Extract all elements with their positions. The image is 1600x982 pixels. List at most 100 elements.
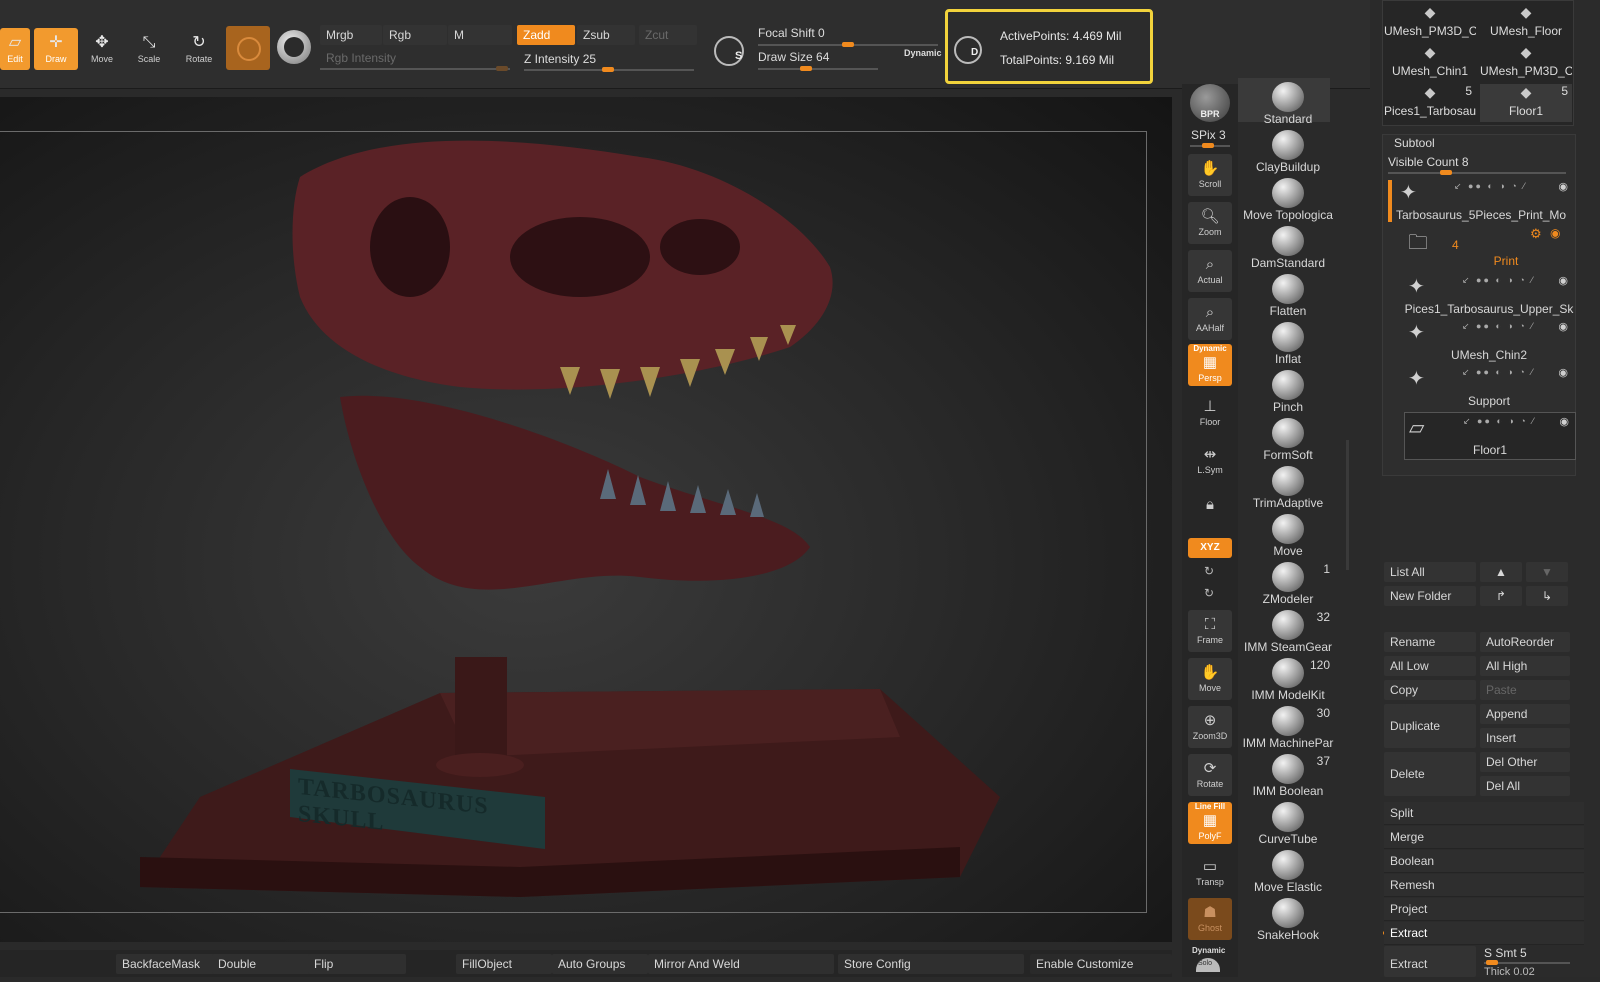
material-button[interactable]: [226, 26, 270, 70]
dynamic-d-icon[interactable]: D: [954, 36, 982, 64]
arrow-up-icon[interactable]: ▲: [1480, 562, 1522, 582]
s-smt-knob[interactable]: [1486, 960, 1498, 965]
subtool-folder[interactable]: 🗀︎ 4 Print: [1404, 226, 1574, 272]
paste-button[interactable]: Paste: [1480, 680, 1570, 700]
brush-item[interactable]: IMM ModelKit 120: [1238, 656, 1338, 702]
brush-item[interactable]: FormSoft: [1238, 416, 1338, 462]
frame-button[interactable]: ⛶ Frame: [1188, 610, 1232, 652]
tool-thumb[interactable]: ◆ Floor1 5: [1480, 84, 1572, 122]
zcut-button[interactable]: Zcut: [639, 25, 697, 45]
append-button[interactable]: Append: [1480, 704, 1570, 724]
zoom-button[interactable]: 🔍︎ Zoom: [1188, 202, 1232, 244]
z-intensity-knob[interactable]: [602, 67, 614, 72]
thick-slider[interactable]: Thick 0.02: [1484, 966, 1535, 977]
brush-item[interactable]: IMM MachinePar 30: [1238, 704, 1338, 750]
autoreorder-button[interactable]: AutoReorder: [1480, 632, 1570, 652]
eye-icon[interactable]: ◉: [1558, 180, 1568, 193]
brush-scrollbar[interactable]: [1346, 440, 1349, 570]
polyf-button[interactable]: Line Fill ▦ PolyF: [1188, 802, 1232, 844]
boolean-menu[interactable]: Boolean: [1384, 850, 1584, 873]
spix-knob[interactable]: [1202, 143, 1214, 148]
subtool-item[interactable]: ✦ ↙ ●● ◐ ◑ ◔ ⁄ ◉ Support: [1404, 364, 1574, 410]
eye-icon[interactable]: ◉: [1558, 366, 1568, 379]
focal-shift-knob[interactable]: [842, 42, 854, 47]
subtool-toggles[interactable]: ↙ ●● ◐ ◑ ◔ ⁄: [1463, 416, 1536, 427]
extract-button[interactable]: Extract: [1384, 946, 1476, 977]
move-view-button[interactable]: ✋ Move: [1188, 658, 1232, 700]
brush-item[interactable]: CurveTube: [1238, 800, 1338, 846]
draw-size-field[interactable]: Draw Size 64: [758, 50, 829, 64]
persp-button[interactable]: Dynamic ▦ Persp: [1188, 344, 1232, 386]
bpr-button[interactable]: BPR: [1190, 84, 1230, 122]
brush-item[interactable]: ZModeler 1: [1238, 560, 1338, 606]
del-other-button[interactable]: Del Other: [1480, 752, 1570, 772]
mirror-and-weld-button[interactable]: Mirror And Weld: [648, 954, 834, 974]
brush-item[interactable]: IMM SteamGear 32: [1238, 608, 1338, 654]
delete-button[interactable]: Delete: [1384, 752, 1476, 796]
brush-item[interactable]: IMM Boolean 37: [1238, 752, 1338, 798]
edit-button[interactable]: ▱ Edit: [0, 28, 30, 70]
insert-button[interactable]: Insert: [1480, 728, 1570, 748]
rotate-z-icon[interactable]: ↻: [1204, 586, 1214, 600]
zadd-button[interactable]: Zadd: [517, 25, 575, 45]
all-high-button[interactable]: All High: [1480, 656, 1570, 676]
focal-shift-field[interactable]: Focal Shift 0: [758, 26, 825, 40]
brush-item[interactable]: Move: [1238, 512, 1338, 558]
actual-button[interactable]: ⌕ Actual: [1188, 250, 1232, 292]
scale-button[interactable]: ⤡ Scale: [127, 28, 171, 70]
subtool-item[interactable]: ✦ ↙ ●● ◐ ◑ ◔ ⁄ ◉ Pices1_Tarbosaurus_Upper_S…: [1404, 272, 1574, 318]
xyz-button[interactable]: XYZ: [1188, 538, 1232, 558]
subtool-toggles[interactable]: ↙ ●● ◐ ◑ ◔ ⁄: [1462, 367, 1535, 378]
rotate-view-button[interactable]: ⟳ Rotate: [1188, 754, 1232, 796]
brush-item[interactable]: Inflat: [1238, 320, 1338, 366]
lock-button[interactable]: 🔒︎: [1188, 490, 1232, 532]
spix-track[interactable]: [1190, 143, 1230, 148]
tool-thumb[interactable]: ◆ UMesh_PM3D_C: [1384, 4, 1476, 42]
merge-menu[interactable]: Merge: [1384, 826, 1584, 849]
eye-icon[interactable]: ◉: [1559, 415, 1569, 428]
copy-button[interactable]: Copy: [1384, 680, 1476, 700]
remesh-menu[interactable]: Remesh: [1384, 874, 1584, 897]
lsym-button[interactable]: ⇹ L.Sym: [1188, 440, 1232, 482]
rgb-intensity-slider[interactable]: [320, 66, 510, 71]
s-smt-track[interactable]: [1484, 960, 1570, 965]
tool-thumb[interactable]: ◆ UMesh_PM3D_C: [1480, 44, 1572, 82]
extract-menu[interactable]: Extract: [1384, 922, 1584, 945]
spix-slider[interactable]: SPix 3: [1191, 128, 1226, 142]
tool-thumb[interactable]: ◆ Pices1_Tarbosau 5: [1384, 84, 1476, 122]
folder-eye-icon[interactable]: ◉: [1550, 226, 1560, 240]
brush-item[interactable]: Move Topologica: [1238, 176, 1338, 222]
visible-count-slider[interactable]: Visible Count 8: [1388, 155, 1469, 169]
eye-icon[interactable]: ◉: [1558, 320, 1568, 333]
draw-button[interactable]: ✛ Draw: [34, 28, 78, 70]
draw-size-slider[interactable]: [758, 66, 878, 71]
ghost-button[interactable]: ☗ Ghost: [1188, 898, 1232, 940]
rotate-y-icon[interactable]: ↻: [1204, 564, 1214, 578]
auto-groups-button[interactable]: Auto Groups: [552, 954, 648, 974]
subtool-toggles[interactable]: ↙ ●● ◐ ◑ ◔ ⁄: [1462, 321, 1535, 332]
move-up-icon[interactable]: ↱: [1480, 586, 1522, 606]
zsub-button[interactable]: Zsub: [577, 25, 635, 45]
rotate-button[interactable]: ↻ Rotate: [177, 28, 221, 70]
brush-item[interactable]: SnakeHook: [1238, 896, 1338, 942]
z-intensity-field[interactable]: Z Intensity 25: [524, 52, 596, 66]
dynamic-toggle[interactable]: Dynamic: [904, 48, 942, 58]
subtool-toggles[interactable]: ↙ ●● ◐ ◑ ◔ ⁄: [1454, 181, 1527, 192]
gear-icon[interactable]: ⚙: [1530, 226, 1542, 242]
tool-thumb[interactable]: ◆ UMesh_Floor: [1480, 4, 1572, 42]
arrow-down-icon[interactable]: ▼: [1526, 562, 1568, 582]
rgb-intensity-knob[interactable]: [496, 66, 508, 71]
store-config-button[interactable]: Store Config: [838, 954, 1024, 974]
tool-thumb[interactable]: ◆ UMesh_Chin1: [1384, 44, 1476, 82]
list-all-button[interactable]: List All: [1384, 562, 1476, 582]
zoom3d-button[interactable]: ⊕ Zoom3D: [1188, 706, 1232, 748]
draw-size-knob[interactable]: [800, 66, 812, 71]
visible-count-track[interactable]: [1388, 170, 1566, 175]
subtool-item[interactable]: ▱ ↙ ●● ◐ ◑ ◔ ⁄ ◉ Floor1: [1404, 412, 1576, 460]
brush-item[interactable]: Pinch: [1238, 368, 1338, 414]
del-all-button[interactable]: Del All: [1480, 776, 1570, 796]
subtool-title[interactable]: Subtool: [1394, 136, 1435, 150]
enable-customize-button[interactable]: Enable Customize: [1030, 954, 1172, 974]
brush-item[interactable]: Move Elastic: [1238, 848, 1338, 894]
flip-button[interactable]: Flip: [308, 954, 406, 974]
